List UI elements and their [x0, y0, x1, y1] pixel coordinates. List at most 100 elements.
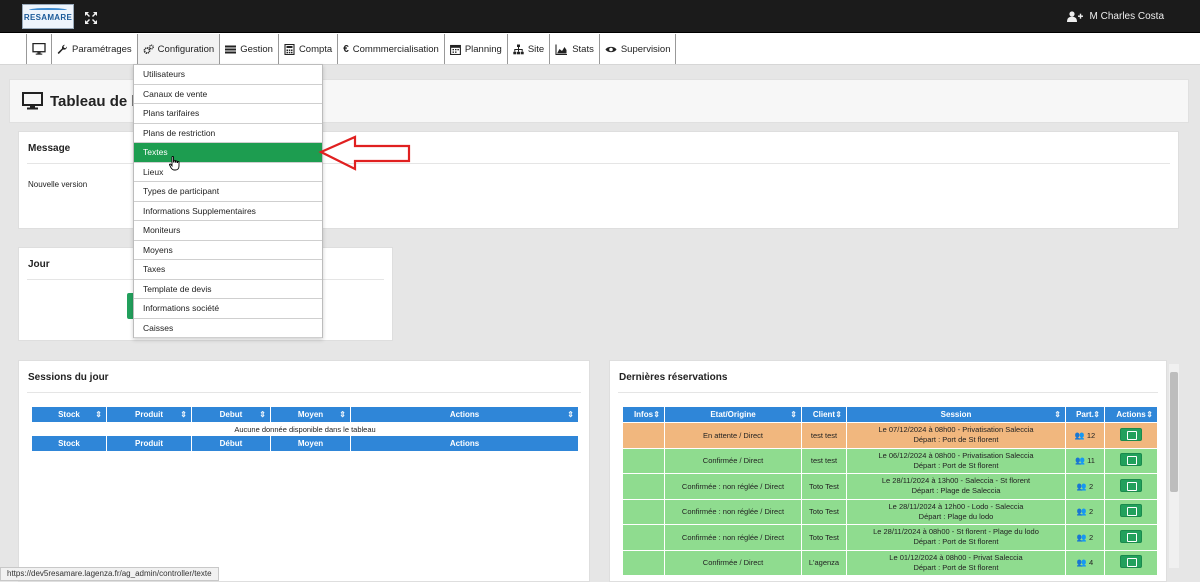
reservations-card: Dernières réservations Infos ⇕ Etat/Origi… [609, 360, 1167, 582]
dropdown-item-plans-de-restriction[interactable]: Plans de restriction [134, 124, 322, 143]
calculator-icon [284, 43, 295, 55]
dropdown-item-textes[interactable]: Textes [134, 143, 322, 163]
sitemap-icon [513, 44, 524, 54]
calendar-icon [449, 44, 461, 55]
dropdown-item-template-de-devis[interactable]: Template de devis [134, 280, 322, 299]
cell-etat: Confirmée : non réglée / Direct [664, 473, 802, 500]
reservation-row[interactable]: En attente / Direct test test Le 07/12/202… [622, 422, 1158, 449]
col-debut[interactable]: Debut ⇕ [191, 406, 271, 423]
menu-label-parametrages: Paramétrages [72, 43, 132, 55]
edit-button[interactable] [1120, 529, 1142, 543]
cell-actions [1104, 549, 1158, 576]
dropdown-item-informations-supplementaires[interactable]: Informations Supplementaires [134, 202, 322, 221]
col-session[interactable]: Session ⇕ [846, 406, 1066, 423]
euro-icon: € [343, 43, 349, 55]
menu-item-gestion[interactable]: Gestion [220, 34, 279, 64]
menu-item-compta[interactable]: Compta [279, 34, 339, 64]
dropdown-item-utilisateurs[interactable]: Utilisateurs [134, 65, 322, 85]
menu-item-stats[interactable]: Stats [550, 34, 600, 64]
cell-session: Le 28/11/2024 à 08h00 - St florent - Pla… [846, 524, 1066, 551]
user-menu[interactable]: M Charles Costa [1066, 11, 1164, 22]
col-etat-origine[interactable]: Etat/Origine ⇕ [664, 406, 802, 423]
cell-etat: Confirmée / Direct [664, 549, 802, 576]
col-client[interactable]: Client ⇕ [801, 406, 847, 423]
users-icon: 👥 [1076, 481, 1087, 491]
reservation-row[interactable]: Confirmée / Direct test test Le 06/12/2024… [622, 447, 1158, 474]
menu-label-site: Site [527, 43, 545, 55]
red-arrow-annotation [318, 135, 411, 171]
cell-session: Le 06/12/2024 à 08h00 - Privatisation Sa… [846, 447, 1066, 474]
cell-participants: 👥 2 [1065, 524, 1105, 551]
cell-participants: 👥 2 [1065, 473, 1105, 500]
edit-button[interactable] [1120, 427, 1142, 441]
message-card-title: Message [28, 143, 71, 154]
edit-button[interactable] [1120, 504, 1142, 518]
fullscreen-expand-icon[interactable] [84, 11, 98, 25]
dropdown-item-lieux[interactable]: Lieux [134, 163, 322, 182]
dropdown-item-canaux-de-vente[interactable]: Canaux de vente [134, 85, 322, 104]
dropdown-item-moyens[interactable]: Moyens [134, 241, 322, 260]
reservation-row[interactable]: Confirmée : non réglée / Direct Toto Test… [622, 524, 1158, 551]
session-departure: Départ : Port de St florent [913, 435, 999, 445]
foot-col-moyen: Moyen [270, 435, 351, 452]
resamare-logo[interactable]: RESAMARE [22, 4, 74, 29]
menu-item-parametrages[interactable]: Paramétrages [52, 34, 138, 64]
reservation-row[interactable]: Confirmée : non réglée / Direct Toto Test… [622, 498, 1158, 525]
browser-status-url: https://dev5resamare.lagenza.fr/ag_admin… [0, 567, 219, 581]
menu-item-planning[interactable]: Planning [445, 34, 508, 64]
cell-infos [622, 524, 665, 551]
vertical-scrollbar[interactable] [1169, 364, 1179, 568]
dropdown-item-moniteurs[interactable]: Moniteurs [134, 221, 322, 241]
menu-item-configuration[interactable]: Configuration [137, 34, 221, 64]
col-stock[interactable]: Stock ⇕ [31, 406, 107, 423]
cell-session: Le 01/12/2024 à 08h00 - Privat Saleccia D… [846, 549, 1066, 576]
sort-icon: ⇕ [180, 410, 187, 419]
cell-infos [622, 498, 665, 525]
cell-etat: Confirmée / Direct [664, 447, 802, 474]
col-actions[interactable]: Actions ⇕ [350, 406, 579, 423]
menu-item-commercialisation[interactable]: € Commmercialisation [338, 34, 445, 64]
participants-count: 2 [1088, 532, 1094, 542]
edit-button[interactable] [1120, 453, 1142, 467]
logo-wave-icon [29, 8, 67, 12]
col-moyen[interactable]: Moyen ⇕ [270, 406, 351, 423]
users-icon: 👥 [1076, 558, 1087, 568]
wrench-icon [57, 44, 68, 54]
foot-col-produit: Produit [106, 435, 192, 452]
dropdown-item-taxes[interactable]: Taxes [134, 260, 322, 280]
session-departure: Départ : Port de St florent [913, 537, 999, 547]
col-part[interactable]: Part. ⇕ [1065, 406, 1105, 423]
monitor-icon [22, 92, 43, 110]
menu-item-dashboard[interactable] [27, 34, 52, 64]
user-plus-icon [1066, 11, 1083, 22]
cell-infos [622, 549, 665, 576]
reservation-row[interactable]: Confirmée / Direct L'agenza Le 01/12/2024 … [622, 549, 1158, 576]
cell-client: Toto Test [801, 473, 847, 500]
cell-actions [1104, 473, 1158, 500]
foot-col-stock: Stock [31, 435, 107, 452]
scrollbar-thumb[interactable] [1170, 372, 1178, 492]
sort-icon: ⇕ [653, 410, 660, 419]
menu-item-site[interactable]: Site [508, 34, 551, 64]
dropdown-item-plans-tarifaires[interactable]: Plans tarifaires [134, 104, 322, 124]
cell-etat: Confirmée : non réglée / Direct [664, 498, 802, 525]
menu-label-compta: Compta [298, 43, 333, 55]
cell-actions [1104, 524, 1158, 551]
menu-item-supervision[interactable]: Supervision [600, 34, 677, 64]
cell-session: Le 07/12/2024 à 08h00 - Privatisation Sa… [846, 422, 1066, 449]
col-infos[interactable]: Infos ⇕ [622, 406, 665, 423]
col-produit[interactable]: Produit ⇕ [106, 406, 192, 423]
session-line: Le 01/12/2024 à 08h00 - Privat Saleccia [889, 552, 1023, 562]
reservation-row[interactable]: Confirmée : non réglée / Direct Toto Test… [622, 473, 1158, 500]
dropdown-item-caisses[interactable]: Caisses [134, 319, 322, 338]
cell-etat: Confirmée : non réglée / Direct [664, 524, 802, 551]
sessions-card-title: Sessions du jour [28, 372, 109, 383]
sort-icon: ⇕ [1093, 410, 1100, 419]
cell-session: Le 28/11/2024 à 12h00 - Lodo - Saleccia D… [846, 498, 1066, 525]
col-actions[interactable]: Actions ⇕ [1104, 406, 1158, 423]
session-departure: Départ : Plage de Saleccia [911, 486, 1001, 496]
edit-button[interactable] [1120, 555, 1142, 569]
edit-button[interactable] [1120, 478, 1142, 492]
dropdown-item-informations-soci-t-[interactable]: Informations société [134, 299, 322, 319]
dropdown-item-types-de-participant[interactable]: Types de participant [134, 182, 322, 202]
